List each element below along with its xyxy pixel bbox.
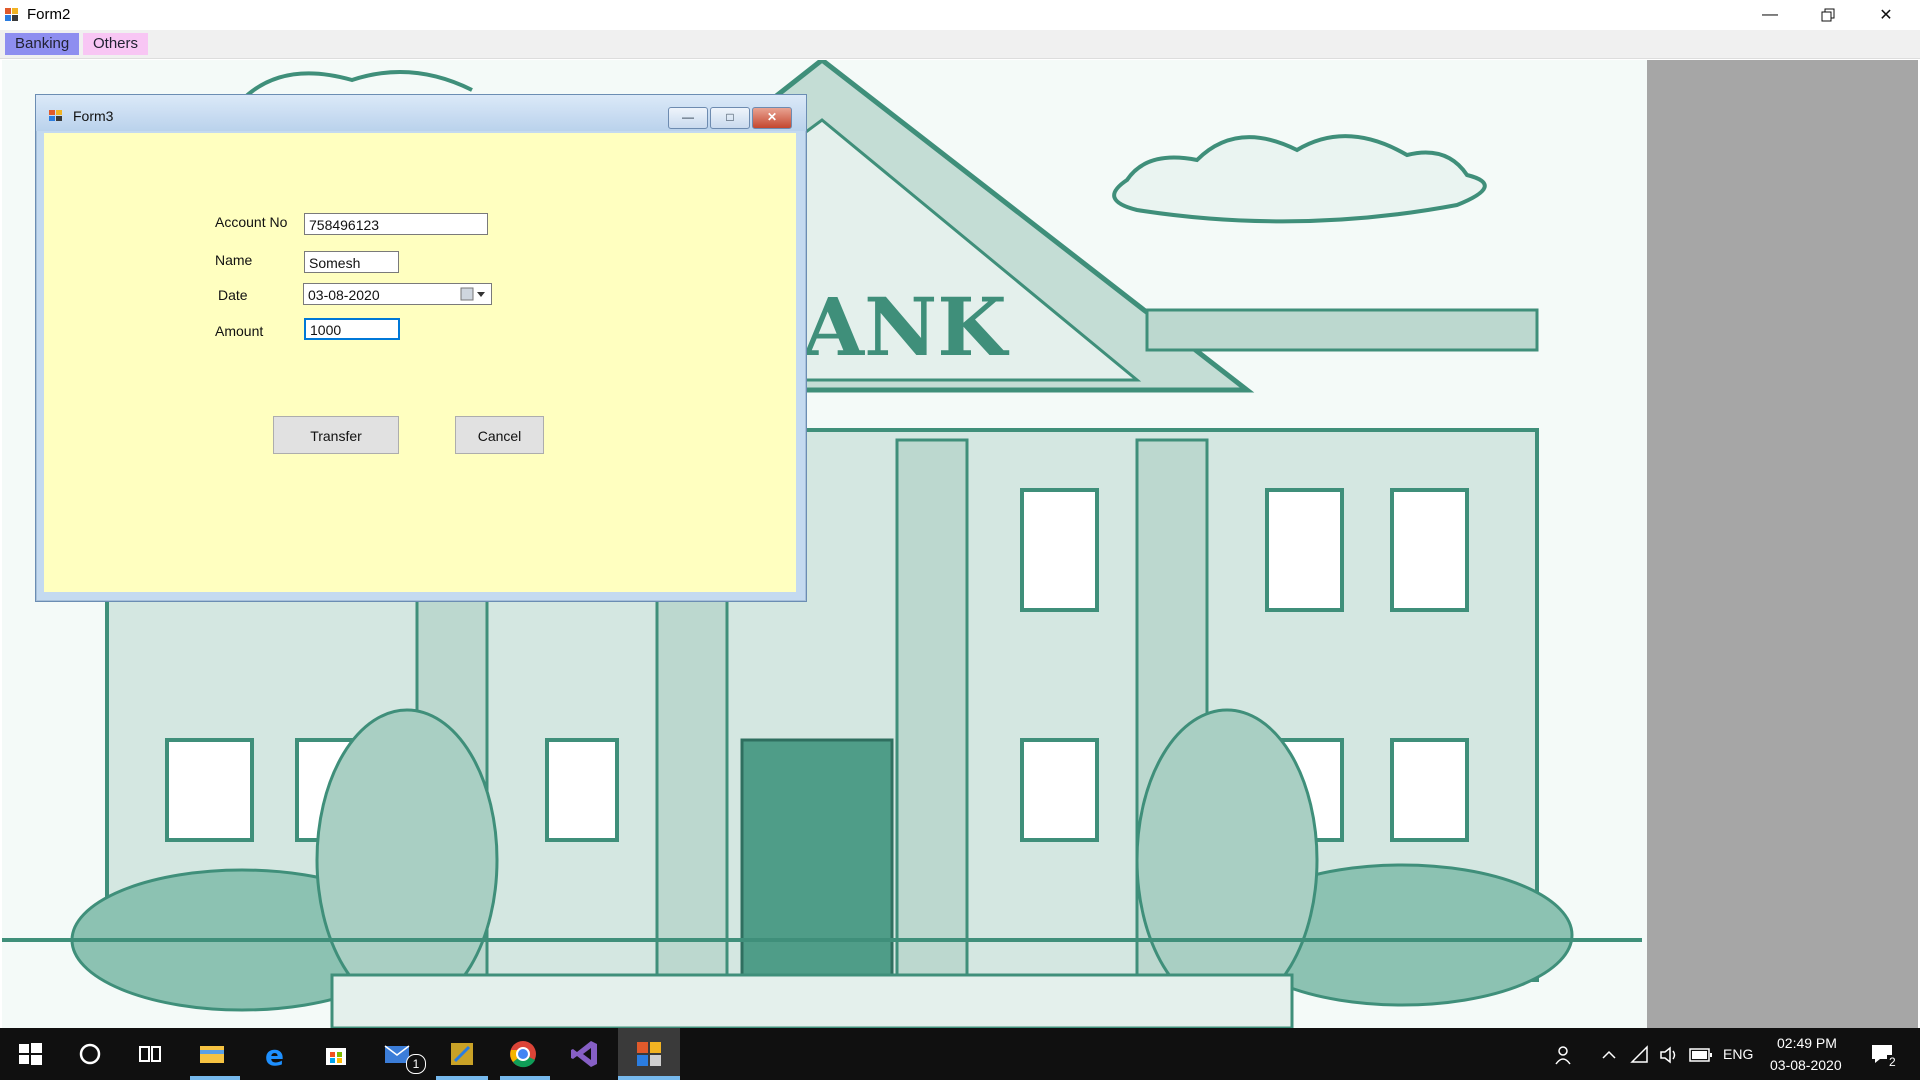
form3-body: Account No 758496123 Name Somesh Date 03… xyxy=(44,133,796,592)
date-label: Date xyxy=(218,287,248,303)
edge-icon[interactable]: e xyxy=(260,1038,292,1070)
people-icon[interactable] xyxy=(1554,1044,1576,1066)
active-indicator xyxy=(190,1076,240,1080)
form3-window: Form3 — □ ✕ Account No 758496123 Name So… xyxy=(35,94,807,602)
form3-title: Form3 xyxy=(73,108,114,124)
date-value: 03-08-2020 xyxy=(308,287,380,303)
name-input[interactable]: Somesh xyxy=(304,251,399,273)
chrome-icon[interactable] xyxy=(507,1038,539,1070)
form3-title-bar[interactable]: Form3 — □ ✕ xyxy=(36,95,806,131)
form3-close-button[interactable]: ✕ xyxy=(752,107,792,129)
active-indicator xyxy=(618,1076,680,1080)
file-explorer-icon[interactable] xyxy=(196,1038,228,1070)
date-picker[interactable]: 03-08-2020 xyxy=(303,283,492,305)
taskbar: e 1 ENG 02:49 PM 03-08-2020 2 xyxy=(0,1028,1920,1080)
name-label: Name xyxy=(215,252,253,268)
amount-label: Amount xyxy=(215,323,264,339)
volume-icon[interactable] xyxy=(1659,1045,1681,1065)
cortana-icon[interactable] xyxy=(74,1038,106,1070)
close-icon: ✕ xyxy=(1879,7,1893,24)
account-no-label: Account No xyxy=(215,214,288,230)
cancel-button[interactable]: Cancel xyxy=(455,416,544,454)
mdi-empty-area xyxy=(1647,60,1918,1028)
windows-start-icon[interactable] xyxy=(14,1038,46,1070)
close-button[interactable]: ✕ xyxy=(1857,0,1915,30)
restore-button[interactable] xyxy=(1799,0,1857,30)
minimize-icon: — xyxy=(1762,6,1778,23)
language-indicator[interactable]: ENG xyxy=(1723,1046,1753,1062)
maximize-icon: □ xyxy=(726,110,734,124)
menu-bar: Banking Others xyxy=(0,30,1920,59)
form2-title-bar: Form2 — ✕ xyxy=(0,0,1920,30)
window-title: Form2 xyxy=(27,6,71,23)
menu-others[interactable]: Others xyxy=(83,33,149,55)
active-indicator xyxy=(500,1076,550,1080)
visual-studio-icon[interactable] xyxy=(569,1038,601,1070)
svg-text:e: e xyxy=(265,1039,284,1070)
network-icon[interactable] xyxy=(1630,1045,1650,1065)
winforms-app-icon xyxy=(637,1042,661,1066)
account-no-input[interactable]: 758496123 xyxy=(304,213,488,235)
bank-sign-text: ANK xyxy=(801,280,1009,374)
close-icon: ✕ xyxy=(766,110,778,124)
form3-app-icon xyxy=(49,110,62,121)
clock-time[interactable]: 02:49 PM xyxy=(1777,1035,1837,1051)
form3-maximize-button[interactable]: □ xyxy=(710,107,750,129)
store-icon[interactable] xyxy=(320,1038,352,1070)
notification-count: 2 xyxy=(1887,1055,1898,1069)
active-indicator xyxy=(436,1076,488,1080)
winforms-app-taskbar-button[interactable] xyxy=(618,1028,680,1080)
restore-icon xyxy=(1821,8,1835,22)
chevron-up-icon[interactable] xyxy=(1600,1046,1618,1064)
minimize-button[interactable]: — xyxy=(1741,0,1799,30)
calendar-dropdown-icon[interactable] xyxy=(459,286,489,302)
transfer-button[interactable]: Transfer xyxy=(273,416,399,454)
battery-icon[interactable] xyxy=(1689,1048,1713,1062)
amount-input[interactable]: 1000 xyxy=(304,318,400,340)
form3-minimize-button[interactable]: — xyxy=(668,107,708,129)
form-app-icon xyxy=(5,8,18,21)
clock-date[interactable]: 03-08-2020 xyxy=(1770,1057,1842,1073)
mail-badge: 1 xyxy=(406,1054,426,1074)
minimize-icon: — xyxy=(682,110,694,124)
snip-icon[interactable] xyxy=(446,1038,478,1070)
task-view-icon[interactable] xyxy=(134,1038,166,1070)
menu-banking[interactable]: Banking xyxy=(5,33,80,55)
